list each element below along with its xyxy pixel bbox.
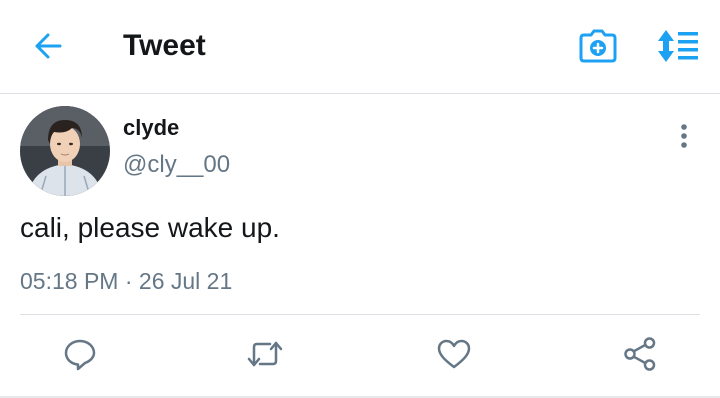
share-button[interactable] (620, 334, 660, 374)
sort-list-icon (658, 30, 698, 62)
camera-button[interactable] (578, 26, 618, 66)
tweet-text: cali, please wake up. (20, 212, 280, 243)
sort-button[interactable] (654, 26, 702, 66)
avatar-photo (20, 106, 110, 196)
back-button[interactable] (30, 28, 66, 64)
heart-icon (437, 339, 471, 369)
camera-plus-icon (579, 29, 617, 63)
tweet-detail-screen: Tweet clyde @cly__00 cali, please wake u… (0, 0, 720, 398)
tweet-time: 05:18 PM (20, 268, 119, 294)
reply-bubble-icon (64, 339, 96, 371)
tweet-date: 26 Jul 21 (138, 268, 233, 294)
divider (20, 314, 700, 315)
more-vertical-icon (681, 124, 687, 148)
like-button[interactable] (434, 334, 474, 374)
share-icon (624, 337, 656, 371)
retweet-icon (247, 341, 283, 367)
author-name[interactable]: clyde (123, 114, 179, 142)
page-title: Tweet (123, 29, 206, 62)
arrow-left-icon (35, 33, 62, 59)
author-handle[interactable]: @cly__00 (123, 150, 230, 180)
more-options-button[interactable] (668, 120, 700, 152)
tweet-timestamp: 05:18 PM · 26 Jul 21 (20, 266, 232, 296)
reply-button[interactable] (60, 334, 100, 374)
top-app-bar: Tweet (0, 0, 720, 94)
avatar[interactable] (20, 106, 110, 196)
meta-separator: · (124, 268, 133, 294)
retweet-button[interactable] (245, 334, 285, 374)
